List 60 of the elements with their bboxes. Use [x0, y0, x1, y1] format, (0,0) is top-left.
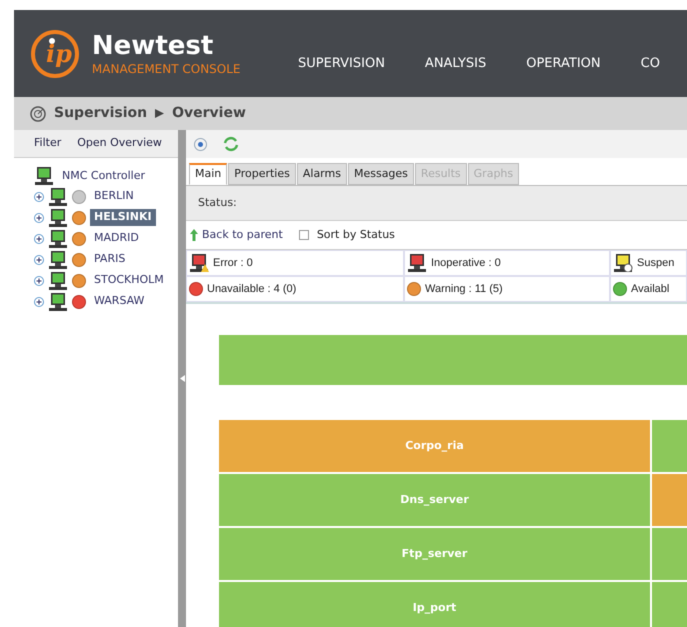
open-overview-link[interactable]: Open Overview: [77, 135, 162, 152]
summary-label: Inoperative : 0: [431, 256, 501, 271]
radio-icon[interactable]: [194, 138, 207, 150]
summary-label: Error : 0: [213, 256, 253, 271]
treemap-tile[interactable]: [652, 582, 687, 627]
brand-name: Newtest: [92, 32, 214, 58]
treemap-tile[interactable]: [652, 420, 687, 472]
logo-icon: [30, 28, 80, 78]
nav-link[interactable]: CO: [640, 54, 660, 74]
summary-label: Availabl: [631, 282, 670, 297]
status-label: Status:: [198, 194, 237, 211]
summary-label: Suspen: [637, 256, 674, 271]
back-link[interactable]: Back to parent: [202, 226, 283, 244]
monitor-icon: [48, 188, 68, 206]
monitor-icon: [189, 254, 209, 272]
summary-label: Warning : 11 (5): [425, 282, 503, 297]
monitor-icon: [48, 250, 68, 268]
tab[interactable]: Alarms: [296, 163, 347, 185]
breadcrumb-item: Overview: [172, 104, 246, 123]
treemap-tile[interactable]: [219, 335, 687, 385]
logo-letters: ip: [46, 38, 72, 70]
expand-icon[interactable]: [34, 296, 44, 306]
expand-icon[interactable]: [34, 254, 44, 264]
tab[interactable]: Messages: [348, 163, 414, 185]
expand-icon[interactable]: [34, 192, 44, 202]
treemap-tile[interactable]: [652, 474, 687, 526]
brand-subtitle: MANAGEMENT CONSOLE: [92, 62, 241, 74]
monitor-icon: [48, 208, 68, 226]
treemap-tile[interactable]: [652, 528, 687, 580]
tree-item[interactable]: PARIS: [90, 251, 130, 268]
nav-link[interactable]: ANALYSIS: [424, 54, 486, 74]
separator-arrow-icon: [155, 109, 164, 118]
tree-item[interactable]: WARSAW: [90, 293, 148, 310]
monitor-icon: [613, 254, 633, 272]
radar-icon: [30, 106, 46, 122]
checkbox-label: Sort by Status: [316, 226, 395, 243]
tree-item[interactable]: HELSINKI: [90, 209, 156, 226]
expand-icon[interactable]: [34, 234, 44, 244]
refresh-icon[interactable]: [223, 136, 239, 152]
collapse-arrow-icon[interactable]: [180, 375, 184, 382]
filter-link[interactable]: Filter: [34, 135, 62, 152]
breadcrumb-item: Supervision: [54, 104, 148, 123]
up-arrow-icon: [190, 229, 198, 241]
monitor-icon: [48, 272, 68, 290]
monitor-icon: [407, 254, 427, 272]
sort-checkbox[interactable]: [298, 230, 309, 240]
summary-label: Unavailable : 4 (0): [207, 282, 296, 297]
tree-item[interactable]: STOCKHOLM: [90, 272, 168, 289]
tree-item[interactable]: MADRID: [90, 230, 143, 247]
expand-icon[interactable]: [34, 276, 44, 286]
tab[interactable]: Main: [189, 163, 228, 185]
tree-item[interactable]: BERLIN: [90, 188, 138, 205]
expand-icon[interactable]: [34, 212, 44, 222]
tab[interactable]: Properties: [228, 163, 296, 185]
monitor-icon: [48, 230, 68, 248]
nav-link[interactable]: SUPERVISION: [298, 54, 385, 74]
nav-link[interactable]: OPERATION: [526, 54, 601, 74]
tree-root[interactable]: NMC Controller: [62, 168, 146, 184]
monitor-icon: [48, 292, 68, 310]
server-icon: [34, 167, 54, 185]
